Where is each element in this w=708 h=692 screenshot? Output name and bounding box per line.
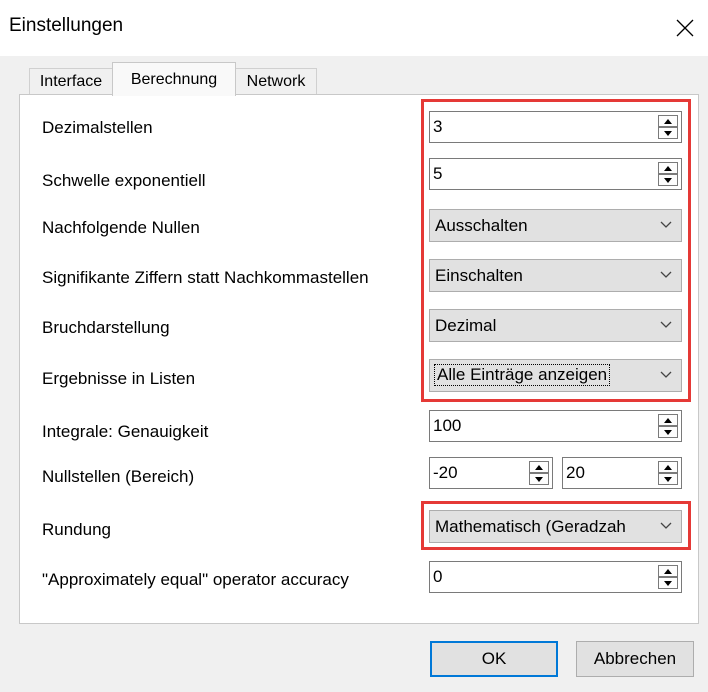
arrow-up-icon: [664, 568, 672, 574]
chevron-down-icon: [660, 221, 672, 228]
arrow-up-icon: [664, 417, 672, 423]
spin-up-button[interactable]: [529, 461, 549, 473]
spin-up-button[interactable]: [658, 565, 678, 577]
chevron-down-icon: [660, 271, 672, 278]
arrow-down-icon: [664, 476, 672, 482]
approx-equal-value: 0: [433, 567, 443, 586]
spin-down-button[interactable]: [658, 473, 678, 485]
exponential-threshold-spinbox[interactable]: 5: [429, 158, 682, 190]
spin-up-button[interactable]: [658, 414, 678, 426]
roots-range-label: Nullstellen (Bereich): [42, 467, 195, 486]
spin-up-button[interactable]: [658, 461, 678, 473]
arrow-up-icon: [664, 464, 672, 470]
approx-equal-spinbox[interactable]: 0: [429, 561, 682, 593]
fraction-display-combobox[interactable]: Dezimal: [429, 309, 682, 342]
chevron-down-icon: [660, 321, 672, 328]
list-results-label: Ergebnisse in Listen: [42, 369, 196, 388]
fraction-display-value: Dezimal: [435, 316, 497, 335]
exponential-threshold-value: 5: [433, 164, 443, 183]
roots-range-min-spinbox[interactable]: -20: [429, 457, 553, 489]
chevron-down-icon: [660, 371, 672, 378]
chevron-down-icon: [660, 522, 672, 529]
arrow-down-icon: [664, 177, 672, 183]
rounding-value: Mathematisch (Geradzah: [435, 517, 626, 536]
arrow-up-icon: [664, 118, 672, 124]
trailing-zeros-value: Ausschalten: [435, 216, 528, 235]
integral-accuracy-value: 100: [433, 416, 462, 435]
spin-down-button[interactable]: [658, 127, 678, 139]
spin-down-button[interactable]: [658, 577, 678, 589]
decimal-places-label: Dezimalstellen: [42, 118, 153, 137]
ok-button[interactable]: OK: [430, 641, 558, 677]
spin-down-button[interactable]: [658, 174, 678, 186]
arrow-down-icon: [664, 580, 672, 586]
significant-digits-label: Signifikante Ziffern statt Nachkommastel…: [42, 268, 369, 287]
decimal-places-spinbox[interactable]: 3: [429, 111, 682, 143]
list-results-value: Alle Einträge anzeigen: [433, 364, 611, 386]
roots-range-max-spinbox[interactable]: 20: [562, 457, 682, 489]
spin-up-button[interactable]: [658, 162, 678, 174]
spin-down-button[interactable]: [658, 426, 678, 438]
rounding-combobox[interactable]: Mathematisch (Geradzah: [429, 510, 682, 543]
cancel-button[interactable]: Abbrechen: [576, 641, 694, 677]
arrow-down-icon: [664, 429, 672, 435]
arrow-up-icon: [664, 165, 672, 171]
close-button[interactable]: [662, 0, 708, 56]
arrow-down-icon: [535, 476, 543, 482]
roots-range-max-value: 20: [566, 463, 585, 482]
significant-digits-combobox[interactable]: Einschalten: [429, 259, 682, 292]
integral-accuracy-spinbox[interactable]: 100: [429, 410, 682, 442]
title-bar: Einstellungen: [0, 0, 708, 56]
integral-accuracy-label: Integrale: Genauigkeit: [42, 422, 209, 441]
trailing-zeros-label: Nachfolgende Nullen: [42, 218, 200, 237]
tab-interface[interactable]: Interface: [29, 68, 113, 95]
arrow-up-icon: [535, 464, 543, 470]
roots-range-min-value: -20: [433, 463, 458, 482]
tab-berechnung[interactable]: Berechnung: [112, 62, 236, 96]
significant-digits-value: Einschalten: [435, 266, 523, 285]
close-icon: [676, 19, 694, 37]
approx-equal-label: "Approximately equal" operator accuracy: [42, 570, 349, 589]
rounding-label: Rundung: [42, 520, 112, 539]
spin-down-button[interactable]: [529, 473, 549, 485]
trailing-zeros-combobox[interactable]: Ausschalten: [429, 209, 682, 242]
list-results-combobox[interactable]: Alle Einträge anzeigen: [429, 359, 682, 392]
exponential-threshold-label: Schwelle exponentiell: [42, 171, 206, 190]
tab-network[interactable]: Network: [235, 68, 317, 95]
spin-up-button[interactable]: [658, 115, 678, 127]
arrow-down-icon: [664, 130, 672, 136]
decimal-places-value: 3: [433, 117, 443, 136]
fraction-display-label: Bruchdarstellung: [42, 318, 170, 337]
window-title: Einstellungen: [9, 15, 124, 36]
